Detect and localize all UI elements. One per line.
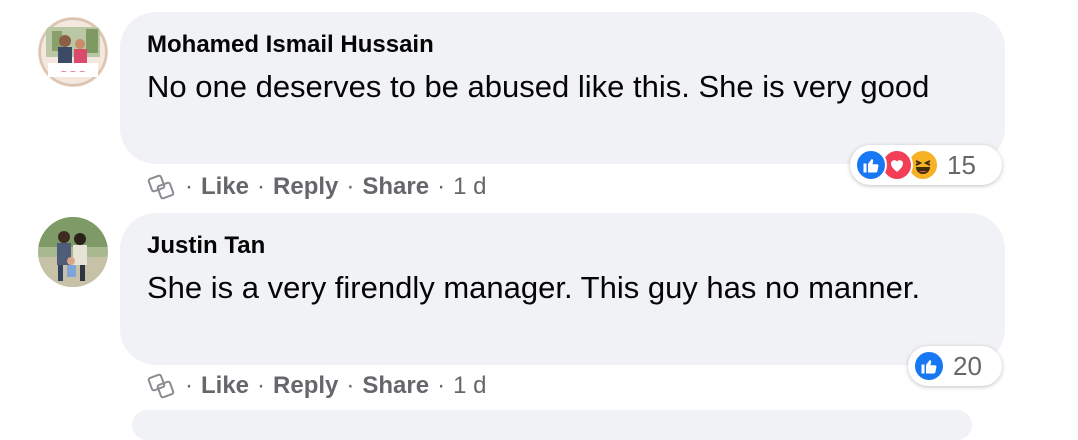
- separator: ·: [185, 372, 193, 399]
- comment-author[interactable]: Justin Tan: [147, 232, 265, 260]
- comment-actions: · Like · Reply · Share · 1 d: [147, 370, 486, 402]
- comment-text: She is a very firendly manager. This guy…: [147, 270, 921, 305]
- separator: ·: [346, 173, 355, 200]
- comment-timestamp[interactable]: 1 d: [453, 173, 486, 201]
- avatar[interactable]: [38, 217, 108, 287]
- like-icon: [855, 149, 887, 181]
- reaction-count: 15: [947, 149, 976, 180]
- reaction-count: 20: [953, 350, 982, 381]
- next-comment-bubble: [132, 410, 972, 440]
- comment-text: No one deserves to be abused like this. …: [147, 69, 930, 104]
- avatar-photo: [38, 217, 108, 287]
- like-button[interactable]: Like: [201, 173, 249, 201]
- reply-button[interactable]: Reply: [273, 372, 338, 400]
- share-button[interactable]: Share: [362, 372, 429, 400]
- avatar[interactable]: ~ ~ ~: [38, 17, 108, 87]
- separator: ·: [437, 372, 446, 399]
- like-button[interactable]: Like: [201, 372, 249, 400]
- comment-bubble: Mohamed Ismail Hussain No one deserves t…: [120, 12, 1005, 164]
- separator: ·: [257, 173, 266, 200]
- translate-icon[interactable]: [147, 172, 177, 202]
- comment-timestamp[interactable]: 1 d: [453, 372, 486, 400]
- share-button[interactable]: Share: [362, 173, 429, 201]
- separator: ·: [185, 173, 193, 200]
- reply-button[interactable]: Reply: [273, 173, 338, 201]
- svg-text:~ ~ ~: ~ ~ ~: [60, 67, 85, 76]
- avatar-photo: ~ ~ ~: [38, 17, 108, 87]
- separator: ·: [437, 173, 446, 200]
- translate-icon[interactable]: [147, 371, 177, 401]
- reaction-summary[interactable]: 15: [850, 145, 1002, 185]
- comment-bubble: Justin Tan She is a very firendly manage…: [120, 213, 1005, 365]
- separator: ·: [346, 372, 355, 399]
- comment-author[interactable]: Mohamed Ismail Hussain: [147, 31, 434, 59]
- comment-actions: · Like · Reply · Share · 1 d: [147, 171, 486, 203]
- separator: ·: [257, 372, 266, 399]
- like-icon: [913, 350, 945, 382]
- reaction-summary[interactable]: 20: [908, 346, 1002, 386]
